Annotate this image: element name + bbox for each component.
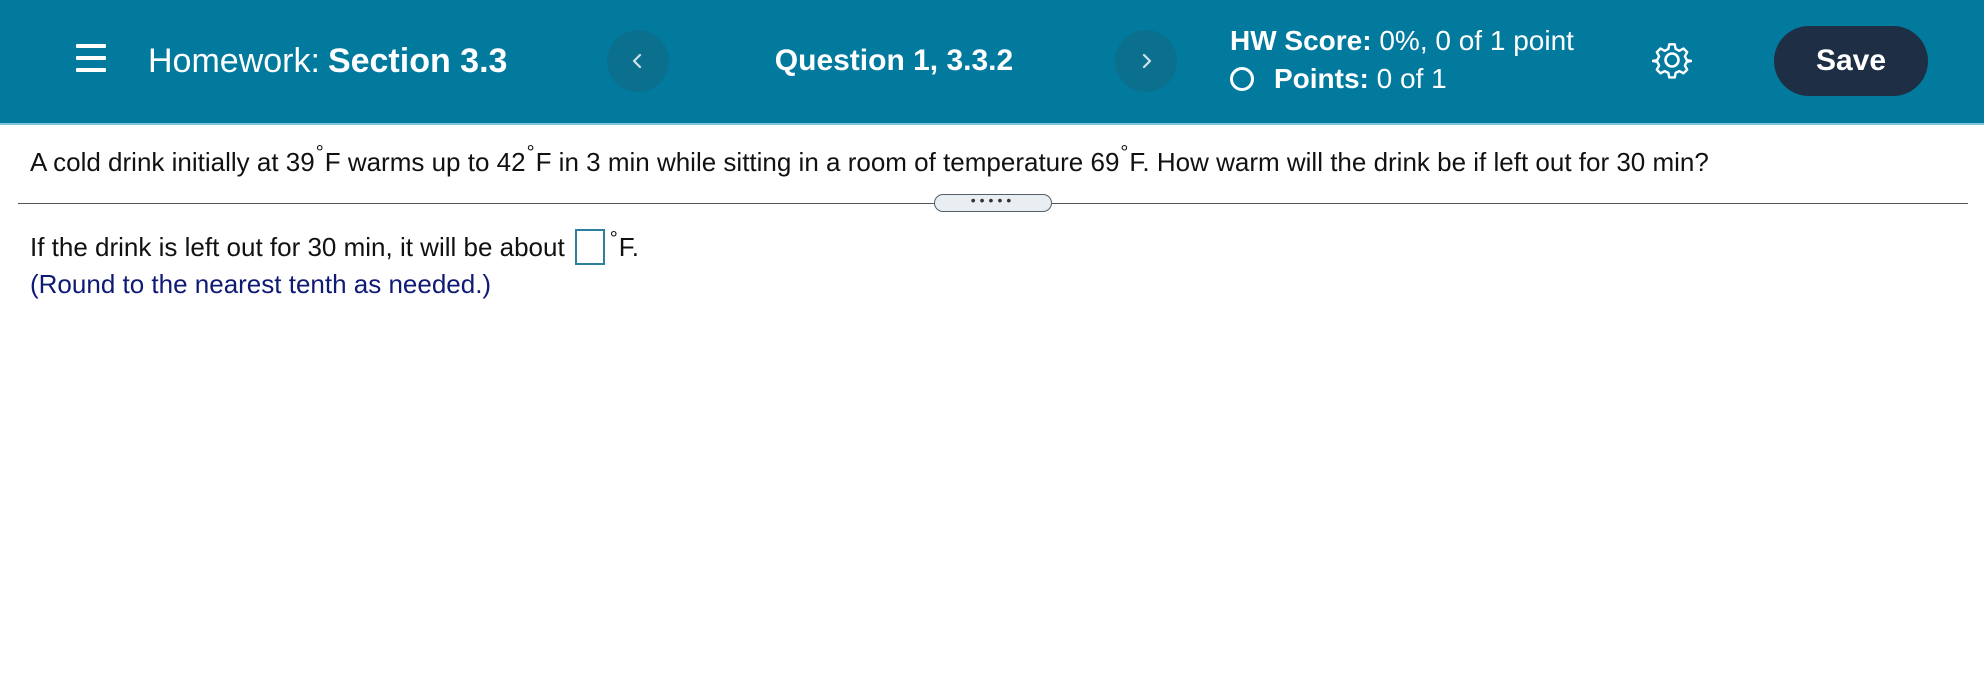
unit-text: F. — [618, 232, 639, 262]
question-title: Question 1, 3.3.2 — [774, 44, 1014, 77]
hw-score-label: HW Score: — [1230, 25, 1372, 56]
hw-score-line: HW Score: 0%, 0 of 1 point — [1230, 22, 1574, 60]
question-text-part: A cold drink initially at 39 — [30, 147, 315, 177]
degree-symbol: ° — [315, 142, 324, 164]
circle-outline-icon — [1230, 67, 1254, 91]
next-question-button[interactable] — [1115, 30, 1177, 92]
score-block: HW Score: 0%, 0 of 1 point Points: 0 of … — [1230, 22, 1574, 98]
points-value: 0 of 1 — [1376, 63, 1447, 94]
section-title: Section 3.3 — [327, 42, 508, 80]
homework-title: Homework: Section 3.3 — [148, 38, 507, 84]
top-header-bar: Homework: Section 3.3 Question 1, 3.3.2 H… — [0, 0, 1984, 125]
degree-symbol: ° — [526, 142, 535, 164]
question-text-part: F in 3 min while sitting in a room of te… — [535, 147, 1120, 177]
homework-prefix: Homework: — [148, 42, 320, 80]
points-line: Points: 0 of 1 — [1230, 60, 1574, 98]
gear-icon — [1651, 43, 1693, 79]
hw-score-value: 0%, 0 of 1 point — [1379, 25, 1574, 56]
answer-line: If the drink is left out for 30 min, it … — [30, 228, 639, 266]
answer-prompt: If the drink is left out for 30 min, it … — [30, 232, 565, 262]
question-text-part: F. How warm will the drink be if left ou… — [1129, 147, 1709, 177]
menu-icon[interactable] — [76, 44, 106, 72]
answer-unit: ° F. — [609, 228, 639, 266]
rounding-hint: (Round to the nearest tenth as needed.) — [30, 269, 492, 299]
previous-question-button[interactable] — [607, 30, 669, 92]
pane-resize-handle[interactable]: ••••• — [934, 192, 1052, 212]
answer-input[interactable] — [574, 229, 605, 265]
chevron-left-icon — [632, 53, 642, 69]
settings-button[interactable] — [1651, 40, 1693, 80]
points-label: Points: — [1274, 63, 1369, 94]
question-text: A cold drink initially at 39°F warms up … — [30, 142, 1709, 183]
degree-symbol: ° — [609, 228, 618, 250]
save-button[interactable]: Save — [1774, 26, 1928, 96]
question-text-part: F warms up to 42 — [324, 147, 526, 177]
chevron-right-icon — [1142, 53, 1152, 69]
drag-dots-icon: ••••• — [970, 192, 1016, 208]
degree-symbol: ° — [1120, 142, 1129, 164]
